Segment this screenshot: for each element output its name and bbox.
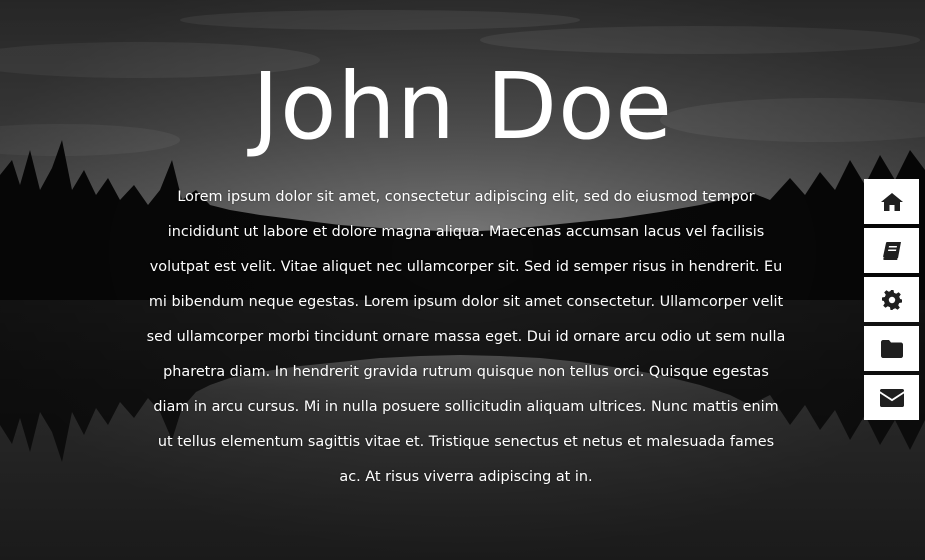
hero-description: Lorem ipsum dolor sit amet, consectetur … — [146, 189, 786, 485]
home-icon — [880, 192, 903, 211]
nav-contact-button[interactable] — [864, 375, 919, 420]
book-icon — [882, 241, 901, 260]
hero-title: John Doe — [251, 53, 673, 160]
hero-section: John Doe Lorem ipsum dolor sit amet, con… — [0, 0, 925, 560]
nav-folder-button[interactable] — [864, 326, 919, 371]
nav-book-button[interactable] — [864, 228, 919, 273]
side-navigation — [864, 179, 919, 424]
folder-icon — [880, 339, 903, 358]
nav-home-button[interactable] — [864, 179, 919, 224]
envelope-icon — [879, 388, 904, 407]
nav-settings-button[interactable] — [864, 277, 919, 322]
gear-icon — [881, 289, 902, 310]
